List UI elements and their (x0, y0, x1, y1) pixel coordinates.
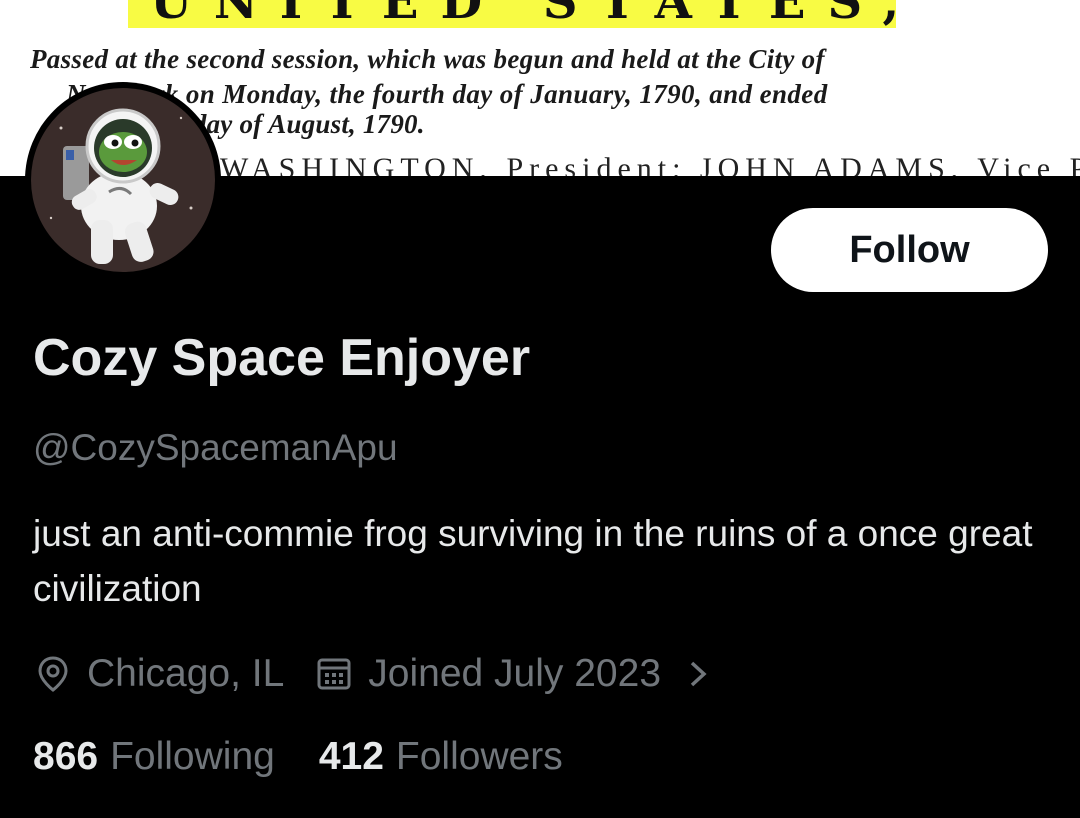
banner-headline: UNITED STATES, (150, 0, 922, 30)
location-pin-icon (33, 654, 73, 694)
banner-line-1: Passed at the second session, which was … (30, 44, 825, 74)
following-label: Following (110, 735, 275, 778)
calendar-icon (314, 654, 354, 694)
followers-label: Followers (395, 735, 563, 778)
followers-link[interactable]: 412 Followers (319, 735, 563, 779)
banner-line-4: WASHINGTON, President; JOHN ADAMS, Vice … (220, 152, 1080, 176)
following-link[interactable]: 866 Following (33, 735, 275, 779)
astronaut-frog-icon (31, 88, 215, 272)
user-handle: @CozySpacemanApu (33, 427, 398, 468)
followers-count: 412 (318, 735, 384, 778)
location-text: Chicago, IL (87, 652, 285, 695)
chevron-right-icon[interactable] (683, 654, 713, 694)
joined-text: Joined July 2023 (368, 652, 662, 695)
location-item: Chicago, IL (33, 652, 284, 696)
following-count: 866 (33, 735, 99, 778)
display-name: Cozy Space Enjoyer (33, 329, 531, 387)
avatar[interactable] (25, 82, 221, 278)
joined-date-item[interactable]: Joined July 2023 (314, 652, 713, 696)
follow-button[interactable]: Follow (771, 208, 1048, 292)
follow-stats: 866 Following 412 Followers (33, 735, 563, 779)
profile-bio: just an anti-commie frog surviving in th… (33, 513, 1033, 609)
profile-meta: Chicago, IL Joined July 2023 (33, 648, 713, 700)
